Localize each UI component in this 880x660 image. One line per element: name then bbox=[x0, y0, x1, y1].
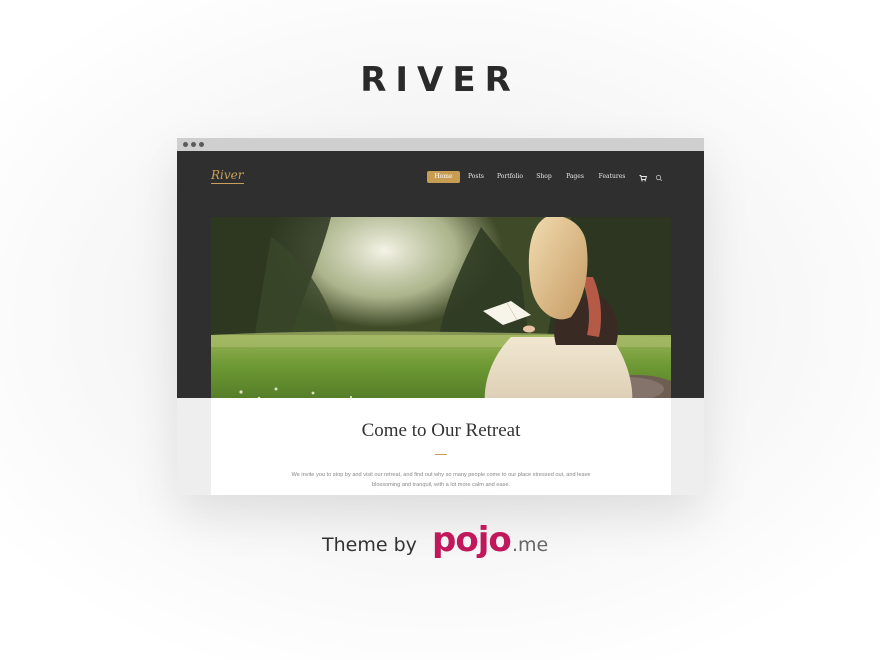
pojo-logo-suffix[interactable]: .me bbox=[512, 534, 548, 556]
nav-item-shop[interactable]: Shop bbox=[535, 171, 553, 183]
theme-preview-window: River Home Posts Portfolio Shop Pages Fe… bbox=[177, 138, 704, 495]
site-logo[interactable]: River bbox=[211, 168, 244, 184]
pojo-logo[interactable]: pojo bbox=[432, 520, 512, 560]
nav-item-posts[interactable]: Posts bbox=[465, 171, 487, 183]
page-title: RIVER bbox=[360, 60, 520, 100]
nav-item-portfolio[interactable]: Portfolio bbox=[497, 171, 523, 183]
credit-prefix: Theme by bbox=[322, 534, 417, 556]
site-header: River Home Posts Portfolio Shop Pages Fe… bbox=[177, 151, 704, 410]
window-dot-icon bbox=[183, 142, 188, 147]
retreat-section: Come to Our Retreat We invite you to sto… bbox=[211, 398, 671, 495]
window-dot-icon bbox=[199, 142, 204, 147]
window-dot-icon bbox=[191, 142, 196, 147]
nav-item-pages[interactable]: Pages bbox=[565, 171, 585, 183]
browser-toolbar bbox=[177, 138, 704, 151]
section-body: We invite you to stop by and visit our r… bbox=[291, 472, 591, 488]
nav-item-features[interactable]: Features bbox=[597, 171, 627, 183]
hero-image bbox=[211, 217, 671, 410]
search-icon[interactable] bbox=[655, 171, 663, 183]
cart-icon[interactable] bbox=[639, 171, 647, 183]
heading-divider bbox=[435, 454, 447, 455]
nav-item-home[interactable]: Home bbox=[427, 171, 460, 183]
section-heading: Come to Our Retreat bbox=[361, 420, 521, 441]
